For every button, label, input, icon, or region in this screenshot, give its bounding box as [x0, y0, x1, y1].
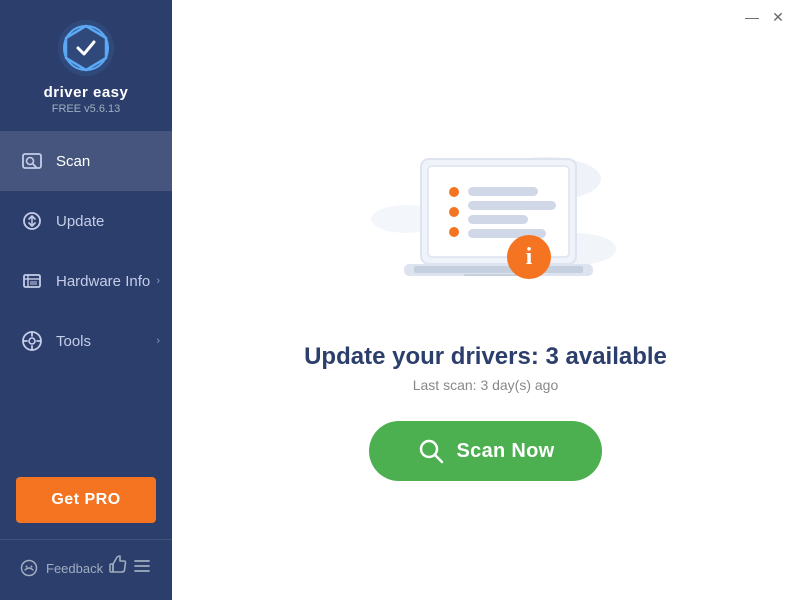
- nav-items: Scan Update: [0, 131, 172, 467]
- sidebar-footer: Feedback: [0, 539, 172, 600]
- update-nav-icon: [20, 209, 44, 233]
- app-logo-icon: [56, 18, 116, 78]
- scan-nav-label: Scan: [56, 153, 90, 170]
- hardware-info-nav-label: Hardware Info: [56, 273, 150, 290]
- feedback-label: Feedback: [46, 561, 103, 576]
- sidebar-item-scan[interactable]: Scan: [0, 131, 172, 191]
- minimize-button[interactable]: —: [743, 8, 761, 26]
- sidebar-item-hardware-info[interactable]: Hardware Info ›: [0, 251, 172, 311]
- scan-button-icon: [417, 437, 445, 465]
- scan-nav-icon: [20, 149, 44, 173]
- update-nav-label: Update: [56, 213, 104, 230]
- list-icon[interactable]: [132, 556, 152, 581]
- sidebar-item-tools[interactable]: Tools ›: [0, 311, 172, 371]
- tools-chevron: ›: [156, 335, 160, 347]
- tools-nav-icon: [20, 329, 44, 353]
- title-bar: — ✕: [731, 0, 799, 34]
- logo-text: driver easy: [44, 84, 129, 101]
- logo-version: FREE v5.6.13: [52, 103, 120, 115]
- close-button[interactable]: ✕: [769, 8, 787, 26]
- main-subtitle: Last scan: 3 day(s) ago: [413, 377, 559, 393]
- scan-now-label: Scan Now: [457, 440, 555, 463]
- get-pro-button[interactable]: Get PRO: [16, 477, 156, 523]
- feedback-button[interactable]: Feedback: [20, 559, 103, 577]
- tools-nav-label: Tools: [56, 333, 91, 350]
- main-content: i Update your drivers: 3 available Last …: [172, 0, 799, 600]
- hardware-info-chevron: ›: [156, 275, 160, 287]
- feedback-icon: [20, 559, 38, 577]
- scan-now-button[interactable]: Scan Now: [369, 421, 603, 481]
- sidebar: driver easy FREE v5.6.13 Scan: [0, 0, 172, 600]
- illustration: i: [346, 119, 626, 319]
- main-title: Update your drivers: 3 available: [304, 343, 667, 371]
- hardware-info-nav-icon: [20, 269, 44, 293]
- like-icon[interactable]: [107, 554, 129, 582]
- sidebar-item-update[interactable]: Update: [0, 191, 172, 251]
- svg-text:i: i: [525, 244, 532, 270]
- logo-area: driver easy FREE v5.6.13: [0, 0, 172, 131]
